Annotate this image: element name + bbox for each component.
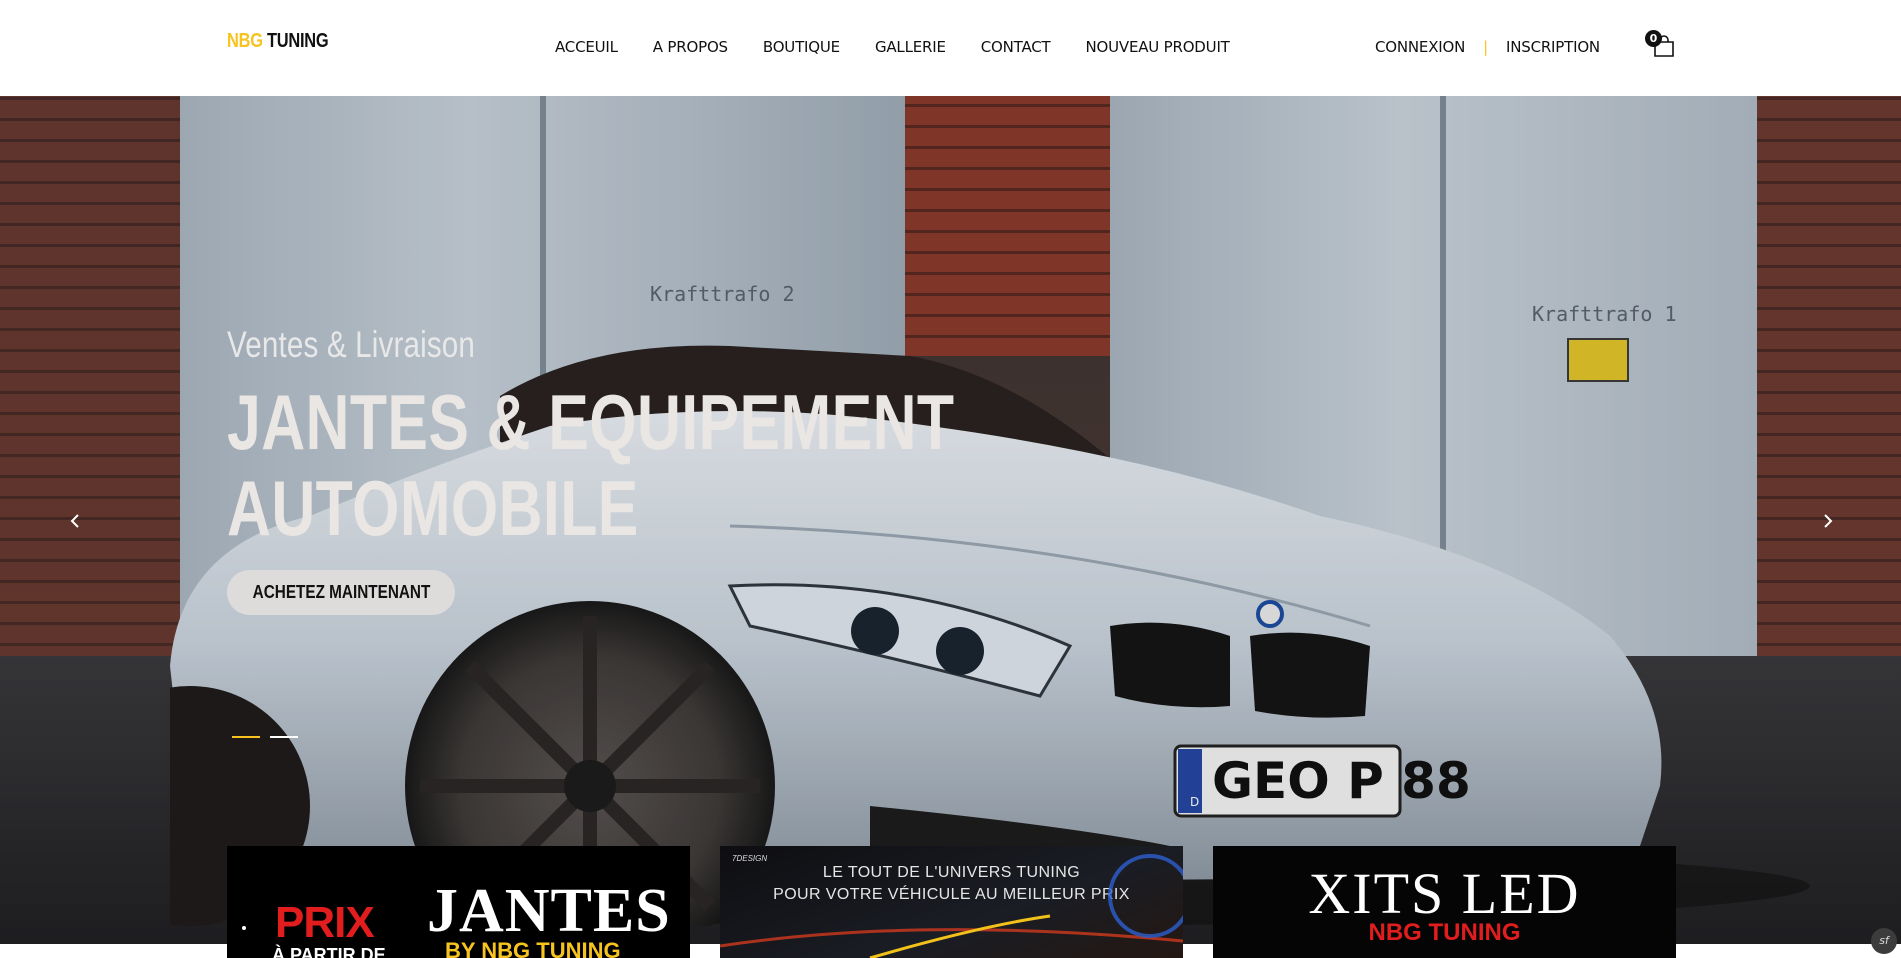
banner-light-trails (720, 854, 1183, 958)
banner-kits-led-text: XITS LED (1308, 861, 1581, 926)
banner-dot (242, 926, 246, 930)
site-header: NBG TUNING ACCEUIL A PROPOS BOUTIQUE GAL… (0, 0, 1901, 96)
carousel-dot-1[interactable] (232, 736, 260, 738)
hero-title-line-2: AUTOMOBILE (227, 464, 639, 552)
register-link[interactable]: INSCRIPTION (1506, 38, 1600, 56)
nav-item-contact[interactable]: CONTACT (981, 38, 1051, 56)
chevron-right-icon[interactable] (1813, 506, 1843, 536)
shop-now-button[interactable]: ACHETEZ MAINTENANT (227, 570, 455, 615)
hero-carousel: Krafttrafo 2 Krafttrafo 1 D GEO P 88 Ven… (0, 96, 1901, 958)
banner-nbg-tuning-text: NBG TUNING (1368, 919, 1521, 946)
hero-subtitle: Ventes & Livraison (227, 324, 476, 365)
carousel-indicators (232, 736, 298, 738)
shop-now-label: ACHETEZ MAINTENANT (252, 582, 430, 602)
nav-item-boutique[interactable]: BOUTIQUE (763, 38, 840, 56)
carousel-dot-2[interactable] (270, 736, 298, 738)
login-link[interactable]: CONNEXION (1375, 38, 1465, 56)
nav-item-accueil[interactable]: ACCEUIL (555, 38, 618, 56)
banner-jantes-text: JANTES (427, 877, 671, 945)
hero-title: JANTES & EQUIPEMENT AUTOMOBILE (227, 379, 1085, 551)
cart-count-badge: 0 (1645, 30, 1662, 47)
logo-part-tuning: TUNING (267, 30, 329, 52)
site-logo[interactable]: NBG TUNING (227, 30, 329, 53)
banner-apartir-text: À PARTIR DE (272, 945, 386, 958)
banner-by-text: BY NBG TUNING (445, 938, 621, 958)
banner-prix-text: PRIX (275, 898, 375, 947)
promo-banner-jantes[interactable]: PRIX À PARTIR DE JANTES BY NBG TUNING (227, 846, 690, 958)
nav-item-a-propos[interactable]: A PROPOS (653, 38, 728, 56)
hero-title-line-1: JANTES & EQUIPEMENT (227, 378, 955, 466)
auth-separator: | (1483, 38, 1488, 56)
auth-links: CONNEXION | INSCRIPTION (1375, 38, 1600, 56)
main-nav: ACCEUIL A PROPOS BOUTIQUE GALLERIE CONTA… (555, 38, 1265, 56)
symfony-debug-icon[interactable]: sf (1871, 928, 1897, 954)
logo-part-nbg: NBG (227, 30, 263, 52)
promo-banner-led[interactable]: XITS LED NBG TUNING (1213, 846, 1676, 958)
chevron-left-icon[interactable] (60, 506, 90, 536)
promo-banner-univers[interactable]: 7DESIGN LE TOUT DE L'UNIVERS TUNING POUR… (720, 846, 1183, 958)
nav-item-gallerie[interactable]: GALLERIE (875, 38, 946, 56)
nav-item-nouveau-produit[interactable]: NOUVEAU PRODUIT (1085, 38, 1229, 56)
